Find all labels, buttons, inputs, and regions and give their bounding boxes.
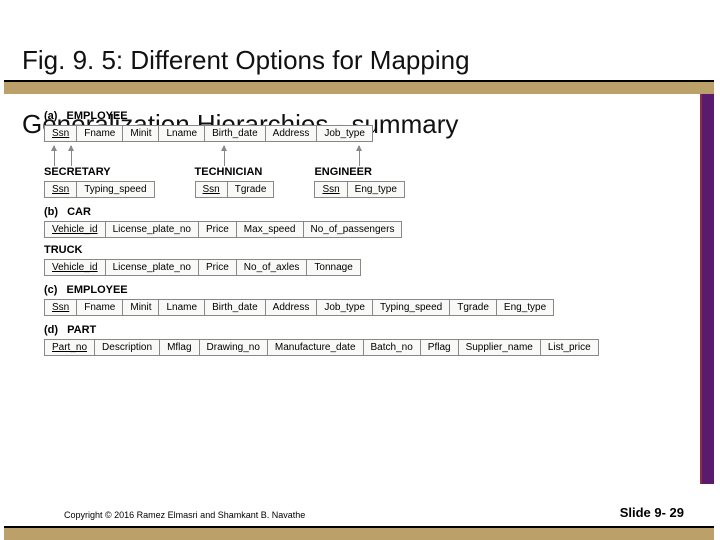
section-a-super-row: Ssn Fname Minit Lname Birth_date Address… [44,125,698,142]
section-c-row: Ssn Fname Minit Lname Birth_date Address… [44,299,698,316]
col: Birth_date [205,126,266,142]
truck-table: Vehicle_id License_plate_no Price No_of_… [44,259,361,276]
col: Minit [123,126,159,142]
section-b-label: (b) [44,206,58,218]
col: Mflag [160,340,199,356]
slide-number: Slide 9- 29 [620,505,684,520]
col: Vehicle_id [45,260,106,276]
col: No_of_passengers [303,222,402,238]
section-d-name: PART [67,324,96,336]
col: Address [265,126,317,142]
col: Max_speed [236,222,303,238]
col: Ssn [45,126,77,142]
section-d-head: (d) PART [44,324,698,336]
col: Ssn [45,300,77,316]
section-b-car-name: CAR [67,206,91,218]
section-c-name: EMPLOYEE [67,284,128,296]
col: Supplier_name [458,340,540,356]
col: List_price [540,340,598,356]
col: Pflag [420,340,458,356]
sub-technician: TECHNICIAN Ssn Tgrade [195,166,275,198]
content: (a) EMPLOYEE Ssn Fname Minit Lname Birth… [0,94,720,484]
section-a-label: (a) [44,110,57,122]
arrow-up-icon [224,146,225,166]
col: Price [199,260,237,276]
header-accent-bar [4,80,714,94]
col: Vehicle_id [45,222,106,238]
col: Ssn [45,182,77,198]
engineer-table: Ssn Eng_type [314,181,405,198]
copyright-text: Copyright © 2016 Ramez Elmasri and Shamk… [64,510,305,520]
section-a-head: (a) EMPLOYEE [44,110,698,122]
section-a-name: EMPLOYEE [67,110,128,122]
col: Fname [77,300,123,316]
col: Batch_no [363,340,420,356]
employee-super-table: Ssn Fname Minit Lname Birth_date Address… [44,125,373,142]
section-d-label: (d) [44,324,58,336]
sub-secretary-title: SECRETARY [44,166,155,178]
sub-secretary: SECRETARY Ssn Typing_speed [44,166,155,198]
col: Ssn [195,182,227,198]
section-d-row: Part_no Description Mflag Drawing_no Man… [44,339,698,356]
section-a-arrows [44,144,698,166]
col: Ssn [315,182,347,198]
section-b-head: (b) CAR [44,206,698,218]
col: Description [95,340,160,356]
col: Typing_speed [372,300,449,316]
col: Job_type [317,300,373,316]
col: Eng_type [347,182,404,198]
technician-table: Ssn Tgrade [195,181,275,198]
section-c-head: (c) EMPLOYEE [44,284,698,296]
col: Drawing_no [199,340,267,356]
col: Lname [159,300,205,316]
part-table: Part_no Description Mflag Drawing_no Man… [44,339,599,356]
col: Part_no [45,340,95,356]
col: Tgrade [227,182,274,198]
title-line1: Fig. 9. 5: Different Options for Mapping [22,45,470,75]
col: No_of_axles [236,260,307,276]
col: Eng_type [496,300,553,316]
section-b-truck-name: TRUCK [44,244,83,256]
arrow-up-icon [54,146,55,166]
col: Minit [123,300,159,316]
section-a-subs: SECRETARY Ssn Typing_speed TECHNICIAN Ss… [44,166,698,198]
sub-engineer-title: ENGINEER [314,166,405,178]
footer: Copyright © 2016 Ramez Elmasri and Shamk… [0,484,720,540]
sub-engineer: ENGINEER Ssn Eng_type [314,166,405,198]
sub-technician-title: TECHNICIAN [195,166,275,178]
col: Manufacture_date [267,340,363,356]
col: Lname [159,126,205,142]
col: License_plate_no [105,260,198,276]
col: Job_type [317,126,373,142]
car-table: Vehicle_id License_plate_no Price Max_sp… [44,221,402,238]
col: Birth_date [205,300,266,316]
footer-accent-bar [4,526,714,540]
arrow-up-icon [359,146,360,166]
header: Fig. 9. 5: Different Options for Mapping… [0,0,720,94]
col: License_plate_no [105,222,198,238]
col: Tgrade [450,300,497,316]
col: Fname [77,126,123,142]
col: Tonnage [307,260,360,276]
secretary-table: Ssn Typing_speed [44,181,155,198]
col: Typing_speed [77,182,154,198]
arrow-up-icon [71,146,72,166]
employee-single-table: Ssn Fname Minit Lname Birth_date Address… [44,299,554,316]
section-c-label: (c) [44,284,57,296]
slide: Fig. 9. 5: Different Options for Mapping… [0,0,720,540]
col: Address [265,300,317,316]
section-b-car-row: Vehicle_id License_plate_no Price Max_sp… [44,221,698,238]
section-b-truck-head: TRUCK [44,244,698,256]
col: Price [199,222,237,238]
section-b-truck-row: Vehicle_id License_plate_no Price No_of_… [44,259,698,276]
